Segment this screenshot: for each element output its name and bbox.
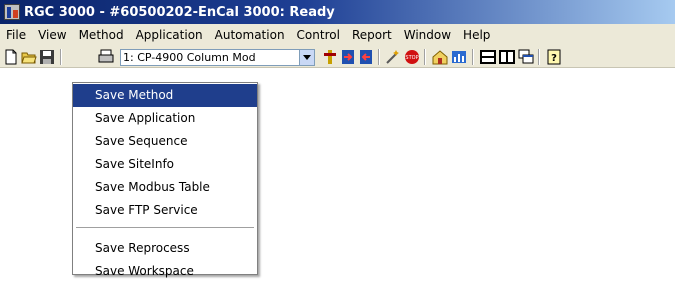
new-icon[interactable] [3,49,19,65]
menu-automation[interactable]: Automation [209,24,291,46]
menu-item-save-workspace[interactable]: Save Workspace [73,260,257,283]
menu-item-save-application[interactable]: Save Application [73,107,257,130]
save-submenu: Save Method Save Application Save Sequen… [72,82,258,278]
layout-icon-3[interactable] [518,49,534,65]
module-select[interactable]: 1: CP-4900 Column Mod [120,49,315,66]
title-bar: RGC 3000 - #60500202-EnCal 3000: Ready [0,0,675,24]
chart-icon-1[interactable] [432,49,448,65]
toolbar-separator [538,49,540,65]
menu-file[interactable]: File [0,24,32,46]
toolbar-separator [424,49,426,65]
toolbar: 1: CP-4900 Column Mod STOP ? [0,46,675,68]
window-title: RGC 3000 - #60500202-EnCal 3000: Ready [24,4,335,20]
toolbar-separator [60,49,62,65]
menu-application[interactable]: Application [130,24,209,46]
menu-separator [76,227,254,229]
menu-view[interactable]: View [32,24,72,46]
toolbar-separator [472,49,474,65]
module-select-value: 1: CP-4900 Column Mod [123,51,256,64]
tool-icon-3[interactable] [358,49,374,65]
menu-report[interactable]: Report [346,24,398,46]
menu-item-save-reprocess[interactable]: Save Reprocess [73,237,257,260]
menu-item-save-ftp-service[interactable]: Save FTP Service [73,199,257,222]
chevron-down-icon[interactable] [299,50,314,65]
menu-item-save-modbus-table[interactable]: Save Modbus Table [73,176,257,199]
layout-icon-1[interactable] [480,49,496,65]
wand-icon[interactable] [385,49,401,65]
tool-icon-1[interactable] [322,49,338,65]
menu-window[interactable]: Window [398,24,457,46]
menu-method[interactable]: Method [73,24,130,46]
menu-item-save-method[interactable]: Save Method [73,84,257,107]
print-icon[interactable] [98,49,114,65]
tool-icon-2[interactable] [340,49,356,65]
chart-icon-2[interactable] [451,49,467,65]
svg-text:STOP: STOP [405,55,418,61]
menu-control[interactable]: Control [291,24,346,46]
layout-icon-2[interactable] [499,49,515,65]
help-icon[interactable]: ? [546,49,562,65]
menu-bar: File View Method Application Automation … [0,24,675,46]
stop-icon[interactable]: STOP [404,49,420,65]
save-icon[interactable] [39,49,55,65]
menu-item-save-siteinfo[interactable]: Save SiteInfo [73,153,257,176]
svg-text:?: ? [551,53,557,64]
app-icon [4,4,20,20]
menu-item-save-sequence[interactable]: Save Sequence [73,130,257,153]
menu-help[interactable]: Help [457,24,496,46]
open-icon[interactable] [21,49,37,65]
toolbar-separator [378,49,380,65]
